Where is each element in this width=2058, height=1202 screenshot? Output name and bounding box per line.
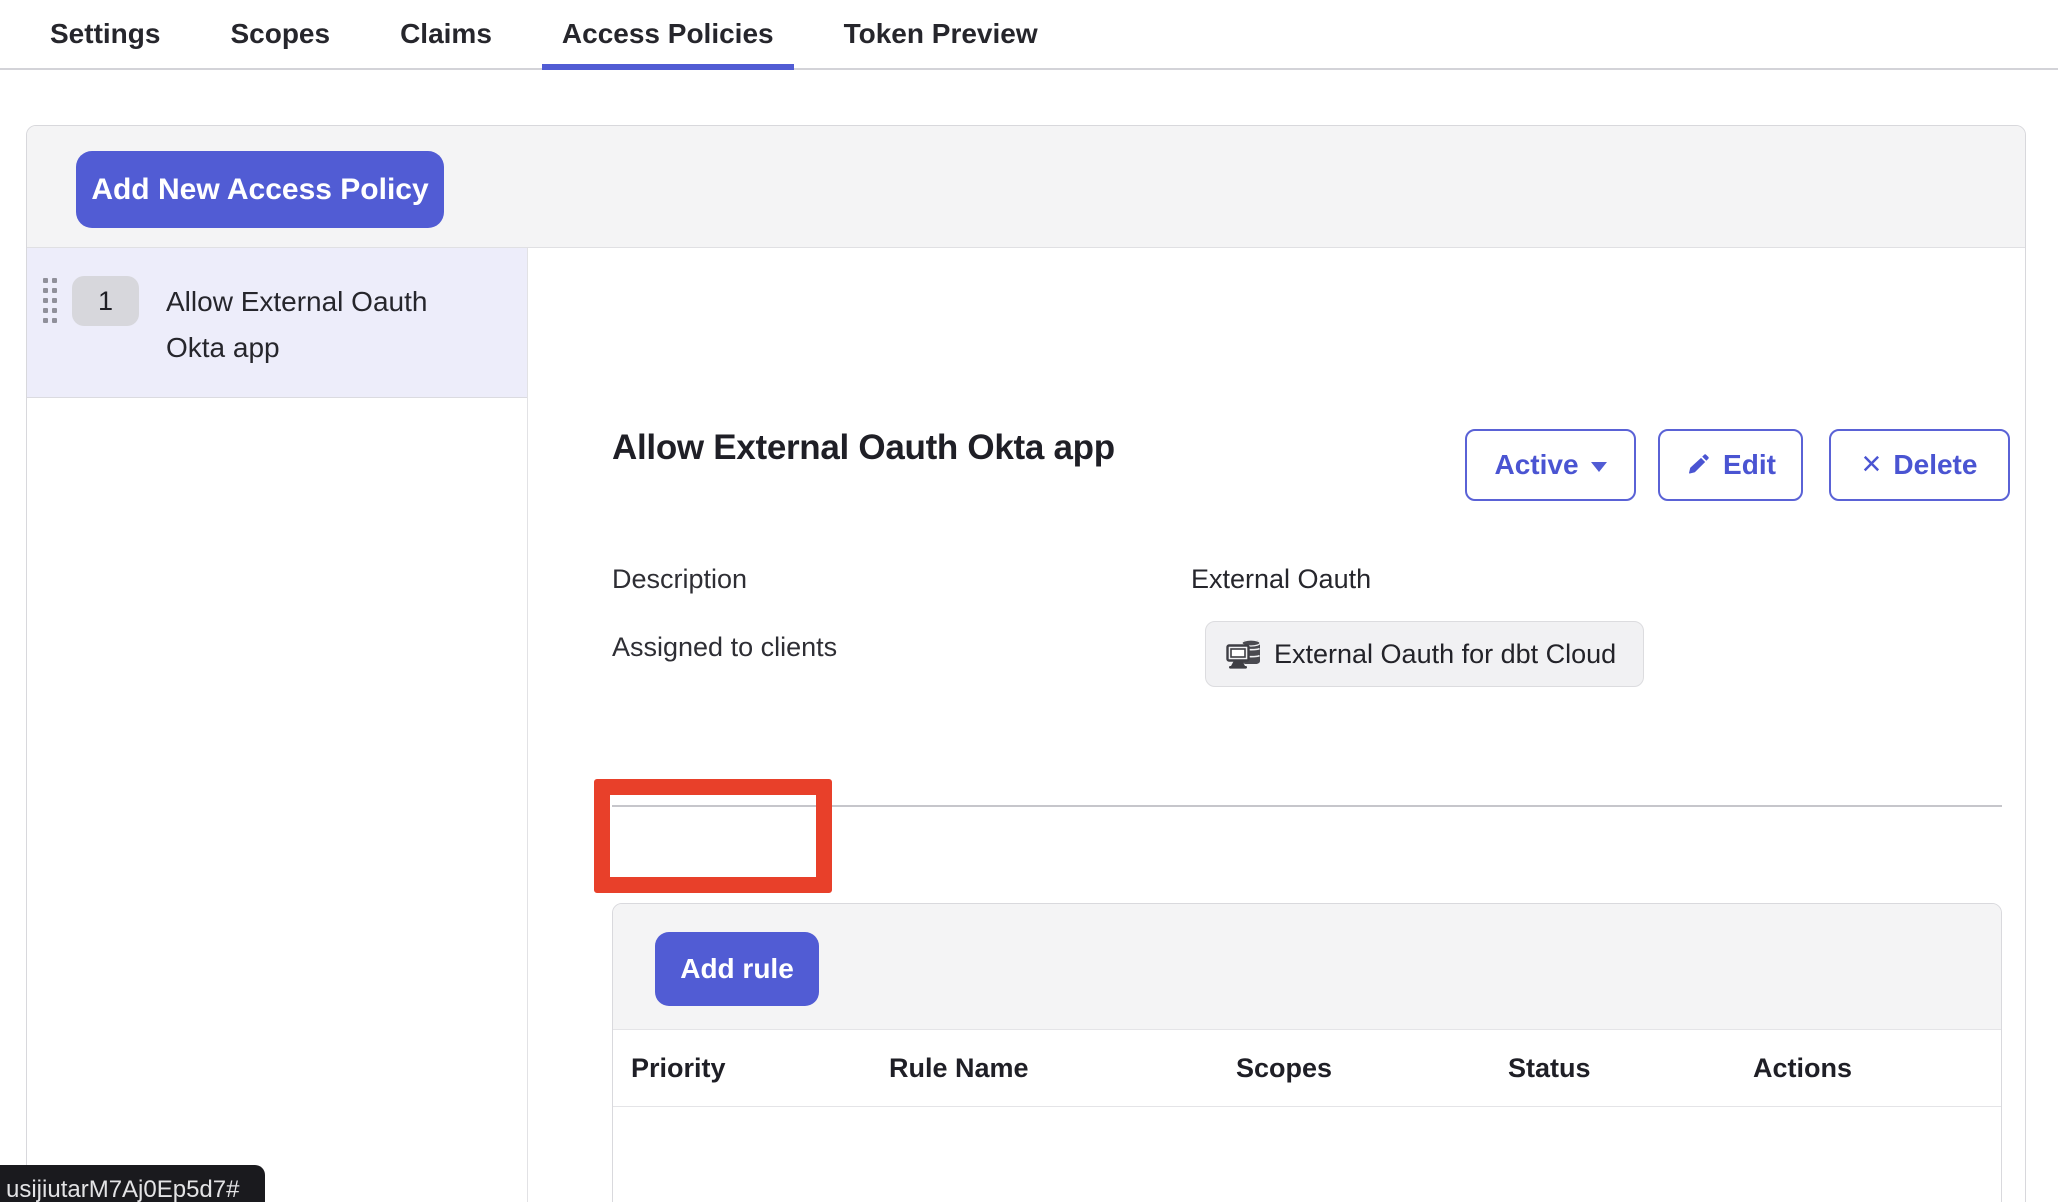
tab-access-policies[interactable]: Access Policies <box>542 0 794 68</box>
chevron-down-icon <box>1591 462 1607 472</box>
rules-toolbar: Add rule <box>613 904 2001 1030</box>
column-header-scopes: Scopes <box>1236 1030 1332 1107</box>
policy-name-label: Allow External Oauth Okta app <box>166 279 476 371</box>
column-header-rule-name: Rule Name <box>889 1030 1029 1107</box>
access-policies-card: Add New Access Policy 1 Allow External O… <box>26 125 2026 1202</box>
status-dropdown-button[interactable]: Active <box>1465 429 1636 501</box>
tab-scopes[interactable]: Scopes <box>210 0 350 68</box>
status-label: Active <box>1494 449 1578 481</box>
delete-button[interactable]: × Delete <box>1829 429 2010 501</box>
policy-title: Allow External Oauth Okta app <box>612 428 1115 468</box>
add-new-access-policy-button[interactable]: Add New Access Policy <box>76 151 444 228</box>
description-value: External Oauth <box>1191 564 1371 595</box>
client-chip-label: External Oauth for dbt Cloud <box>1274 639 1616 670</box>
policy-priority-badge: 1 <box>72 276 139 326</box>
rules-panel: Add rule Priority Rule Name Scopes Statu… <box>612 903 2002 1202</box>
column-header-priority: Priority <box>631 1030 726 1107</box>
rules-table-body <box>613 1107 2001 1202</box>
column-header-status: Status <box>1508 1030 1591 1107</box>
link-status-tooltip: usijiutarM7Aj0Ep5d7# <box>0 1165 265 1202</box>
column-header-actions: Actions <box>1753 1030 1852 1107</box>
description-label: Description <box>612 564 747 595</box>
tab-claims[interactable]: Claims <box>380 0 512 68</box>
client-app-icon <box>1226 638 1262 670</box>
edit-button[interactable]: Edit <box>1658 429 1803 501</box>
close-icon: × <box>1862 447 1882 481</box>
drag-handle-icon[interactable] <box>43 278 58 324</box>
tab-settings[interactable]: Settings <box>30 0 180 68</box>
add-rule-button[interactable]: Add rule <box>655 932 819 1006</box>
edit-label: Edit <box>1723 449 1776 481</box>
tab-token-preview[interactable]: Token Preview <box>824 0 1058 68</box>
delete-label: Delete <box>1893 449 1977 481</box>
rules-table-header: Priority Rule Name Scopes Status Actions <box>613 1030 2001 1107</box>
policies-toolbar: Add New Access Policy <box>27 126 2025 248</box>
pencil-icon <box>1685 452 1711 478</box>
tab-list: Settings Scopes Claims Access Policies T… <box>0 0 2058 68</box>
policy-list-sidebar: 1 Allow External Oauth Okta app <box>27 248 528 1202</box>
assigned-to-clients-label: Assigned to clients <box>612 632 837 663</box>
policy-list-item[interactable]: 1 Allow External Oauth Okta app <box>27 248 527 398</box>
tab-bar: Settings Scopes Claims Access Policies T… <box>0 0 2058 70</box>
link-status-text: usijiutarM7Aj0Ep5d7# <box>6 1176 239 1202</box>
access-policies-screen: Settings Scopes Claims Access Policies T… <box>0 0 2058 1202</box>
section-divider <box>612 805 2002 807</box>
assigned-client-chip[interactable]: External Oauth for dbt Cloud <box>1205 621 1644 687</box>
